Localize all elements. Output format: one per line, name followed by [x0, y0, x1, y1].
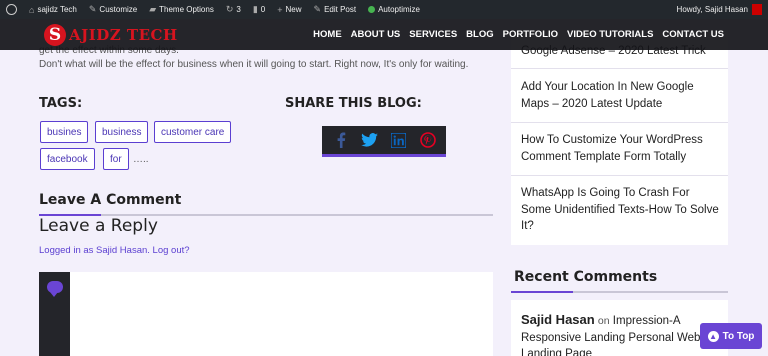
post-text: Don't what will be the effect for busine… — [39, 59, 469, 70]
pinterest-icon[interactable] — [419, 131, 437, 149]
comment-gutter — [39, 272, 70, 356]
comment-icon: ▮ — [252, 4, 258, 14]
nav-contact-us[interactable]: CONTACT US — [662, 29, 724, 40]
comments-count: 0 — [260, 5, 266, 14]
refresh-icon: ↻ — [225, 4, 234, 14]
site-header: S AJIDZ TECH HOME ABOUT US SERVICES BLOG… — [0, 19, 768, 50]
wordpress-icon — [6, 4, 17, 15]
nav-services[interactable]: SERVICES — [409, 29, 457, 40]
facebook-icon[interactable] — [332, 131, 350, 149]
nav-video-tutorials[interactable]: VIDEO TUTORIALS — [567, 29, 653, 40]
recent-post-link[interactable]: WhatsApp Is Going To Crash For Some Unid… — [521, 185, 721, 235]
theme-options-link[interactable]: ▰ Theme Options — [143, 0, 220, 19]
post-separator — [511, 68, 728, 69]
customize-link[interactable]: ✎ Customize — [83, 0, 143, 19]
to-top-label: To Top — [722, 330, 755, 342]
account-menu[interactable]: Howdy, Sajid Hasan — [677, 4, 768, 15]
tag-link[interactable]: facebook — [40, 148, 95, 170]
reply-title: Leave a Reply — [39, 216, 158, 236]
home-icon: ⌂ — [29, 4, 35, 15]
status-dot-icon — [368, 6, 376, 13]
recent-comments-heading: Recent Comments — [514, 269, 658, 285]
nav-home[interactable]: HOME — [313, 29, 342, 40]
share-heading: SHARE THIS BLOG: — [285, 96, 422, 111]
nav-portfolio[interactable]: PORTFOLIO — [503, 29, 558, 40]
edit-post-link[interactable]: ✎ Edit Post — [308, 0, 363, 19]
autoptimize-menu[interactable]: Autoptimize — [362, 0, 426, 19]
tag-link[interactable]: for — [103, 148, 129, 170]
brush-icon: ✎ — [88, 4, 97, 14]
comment-bubble-icon — [47, 281, 63, 297]
logo-text: AJIDZ TECH — [69, 25, 178, 44]
logged-in-text[interactable]: Logged in as Sajid Hasan. Log out? — [39, 245, 190, 256]
edit-post-label: Edit Post — [324, 5, 357, 14]
folder-icon: ▰ — [149, 4, 157, 14]
theme-options-label: Theme Options — [159, 5, 214, 14]
updates-count: 3 — [236, 5, 241, 14]
nav-about-us[interactable]: ABOUT US — [351, 29, 401, 40]
linkedin-icon[interactable] — [390, 131, 408, 149]
recent-comment-entry: Sajid Hasan on Impression-A Responsive L… — [521, 312, 721, 356]
new-content-menu[interactable]: + New — [271, 0, 307, 19]
recent-post-link[interactable]: How To Customize Your WordPress Comment … — [521, 132, 721, 165]
to-top-button[interactable]: ▲ To Top — [700, 323, 762, 349]
heading-divider-accent — [511, 291, 573, 293]
pencil-icon: ✎ — [313, 4, 322, 14]
post-separator — [511, 122, 728, 123]
site-name: sajidz Tech — [37, 5, 77, 14]
plus-icon: + — [277, 4, 283, 15]
avatar — [752, 4, 762, 15]
nav-blog[interactable]: BLOG — [466, 29, 493, 40]
arrow-up-icon: ▲ — [707, 330, 719, 342]
comment-textarea[interactable] — [39, 272, 493, 356]
autoptimize-label: Autoptimize — [378, 5, 420, 14]
wp-logo-menu[interactable] — [0, 0, 23, 19]
post-separator — [511, 175, 728, 176]
twitter-icon[interactable] — [361, 131, 379, 149]
comments-link[interactable]: ▮ 0 — [247, 0, 271, 19]
comment-on-text: on — [597, 315, 610, 327]
howdy-text: Howdy, Sajid Hasan — [676, 5, 748, 14]
site-logo[interactable]: S AJIDZ TECH — [44, 19, 178, 50]
logo-mark: S — [44, 23, 66, 46]
admin-bar: ⌂ sajidz Tech ✎ Customize ▰ Theme Options ↻… — [0, 0, 768, 19]
tag-link[interactable]: business — [95, 121, 149, 143]
recent-posts-widget: Google Adsense – 2020 Latest Trick Add Y… — [511, 30, 728, 245]
tag-link[interactable]: busines — [40, 121, 89, 143]
recent-comments-widget: Sajid Hasan on Impression-A Responsive L… — [511, 300, 728, 356]
leave-comment-heading: Leave A Comment — [39, 192, 182, 208]
new-label: New — [285, 5, 302, 14]
updates-link[interactable]: ↻ 3 — [220, 0, 247, 19]
recent-post-link[interactable]: Add Your Location In New Google Maps – 2… — [521, 79, 721, 112]
tags-heading: TAGS: — [39, 96, 83, 111]
main-nav: HOME ABOUT US SERVICES BLOG PORTFOLIO VI… — [313, 19, 724, 50]
share-bar — [322, 126, 446, 157]
customize-label: Customize — [99, 5, 138, 14]
tag-link[interactable]: customer care — [154, 121, 232, 143]
comment-author-link[interactable]: Sajid Hasan — [521, 312, 595, 327]
tags-more: ….. — [133, 154, 149, 165]
site-name-menu[interactable]: ⌂ sajidz Tech — [23, 0, 83, 19]
